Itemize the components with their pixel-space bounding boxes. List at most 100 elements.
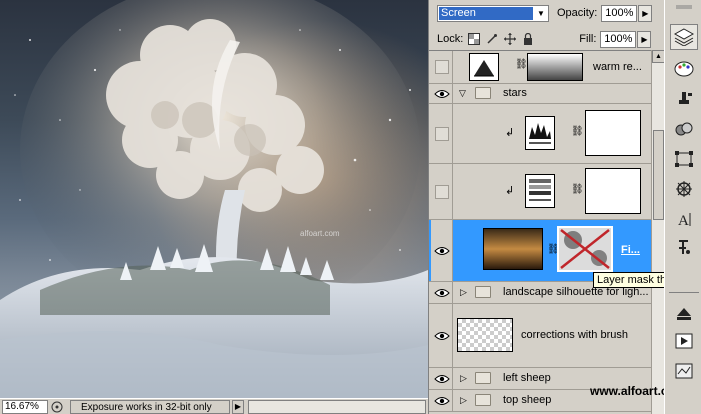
mask-thumbnail[interactable] (527, 53, 583, 81)
brush-palette-icon (674, 61, 694, 77)
visibility-toggle[interactable] (431, 220, 453, 281)
lock-row: Lock: Fill: 100% ▶ (429, 26, 665, 52)
layers-icon (674, 28, 694, 46)
layer-thumbnail[interactable] (483, 228, 543, 270)
character-icon: A (678, 213, 691, 228)
info-panel-button[interactable] (670, 358, 698, 384)
layer-mask-thumbnail[interactable] (557, 226, 613, 272)
link-icon: ⛓ (515, 59, 528, 70)
swatches-panel-button[interactable] (670, 56, 698, 82)
layer-name: Fi... (621, 244, 640, 256)
opacity-field[interactable]: 100% (601, 4, 638, 22)
play-panel-button[interactable] (670, 328, 698, 354)
folder-icon (475, 87, 491, 99)
mask-thumbnail[interactable] (585, 110, 641, 156)
eye-icon (433, 396, 450, 405)
adjustment-thumbnail[interactable] (469, 53, 499, 81)
eye-icon (433, 246, 450, 255)
collapse-triangle-icon[interactable]: ▷ (460, 287, 467, 298)
eye-icon (433, 89, 450, 98)
blend-mode-value: Screen (439, 6, 533, 20)
expand-triangle-icon[interactable]: ▽ (459, 88, 466, 99)
actions-icon (677, 308, 691, 320)
collapse-triangle-icon[interactable]: ▷ (460, 395, 467, 406)
layer-row[interactable]: corrections with brush (429, 304, 651, 368)
panel-dock-toolbar: A (664, 0, 701, 414)
eye-off-icon (434, 184, 449, 199)
eye-icon (433, 374, 450, 383)
info-icon (675, 363, 693, 379)
lock-image-icon[interactable] (485, 32, 499, 46)
folder-icon (475, 286, 491, 298)
status-bar: 16.67% Exposure works in 32-bit only ▶ (0, 398, 428, 414)
lock-position-icon[interactable] (503, 32, 517, 46)
canvas-watermark: alfoart.com (300, 229, 340, 238)
navigator-panel-button[interactable] (670, 176, 698, 202)
visibility-toggle[interactable] (431, 368, 453, 389)
layers-scrollbar[interactable]: ▲ (651, 50, 665, 414)
svg-text:A: A (678, 213, 689, 228)
transform-icon (675, 151, 693, 167)
visibility-toggle[interactable] (431, 390, 453, 411)
paragraph-panel-button[interactable] (670, 234, 698, 260)
dock-grip[interactable] (670, 0, 698, 14)
zoom-field[interactable]: 16.67% (2, 399, 48, 414)
visibility-toggle[interactable] (431, 164, 453, 219)
layer-name: corrections with brush (521, 329, 628, 341)
layer-list[interactable]: ⛓ warm re... ▽ stars ↲ ⛓ ↲ ⛓ ⛓ Fi... ▷ l… (429, 50, 651, 414)
gradient-map-thumbnail[interactable] (525, 174, 555, 208)
opacity-slider-button[interactable]: ▶ (638, 4, 653, 22)
layer-group-row[interactable]: ▽ stars (429, 84, 651, 104)
layer-row[interactable]: ↲ ⛓ (429, 104, 651, 164)
transform-panel-button[interactable] (670, 146, 698, 172)
document-canvas[interactable]: alfoart.com (0, 0, 428, 398)
visibility-toggle[interactable] (431, 304, 453, 367)
transparent-layer-thumbnail[interactable] (457, 318, 513, 352)
status-message: Exposure works in 32-bit only (70, 399, 230, 414)
fill-slider-button[interactable]: ▶ (637, 30, 652, 48)
play-icon (675, 333, 693, 349)
visibility-toggle[interactable] (431, 51, 453, 83)
scrollbar-thumb[interactable] (653, 130, 664, 220)
levels-thumbnail[interactable] (525, 116, 555, 150)
artwork-image: alfoart.com (0, 0, 428, 398)
lock-transparent-icon[interactable] (467, 32, 481, 46)
blend-row: Screen ▼ Opacity: 100% ▶ (429, 0, 665, 26)
layers-panel-button[interactable] (670, 24, 698, 50)
clone-source-icon (679, 92, 692, 104)
paths-icon (675, 122, 693, 136)
visibility-toggle[interactable] (431, 84, 453, 103)
fill-field[interactable]: 100% (600, 30, 637, 48)
clipping-arrow-icon: ↲ (505, 127, 515, 139)
blend-mode-select[interactable]: Screen ▼ (437, 4, 549, 22)
visibility-toggle[interactable] (431, 104, 453, 163)
layer-name: top sheep (503, 394, 552, 406)
lock-label: Lock: (437, 33, 464, 45)
horizontal-scrollbar[interactable] (248, 399, 426, 414)
eye-icon (433, 288, 450, 297)
layers-panel: Screen ▼ Opacity: 100% ▶ Lock: Fill: 100… (428, 0, 665, 414)
status-info-icon[interactable] (50, 400, 64, 414)
collapse-triangle-icon[interactable]: ▷ (460, 373, 467, 384)
layer-row[interactable]: ↲ ⛓ (429, 164, 651, 220)
fill-label: Fill: (579, 33, 597, 45)
layer-name: warm re... (593, 61, 642, 73)
character-panel-button[interactable]: A (670, 206, 698, 232)
actions-panel-button[interactable] (670, 300, 698, 326)
link-icon: ⛓ (571, 126, 584, 137)
chevron-down-icon: ▼ (537, 8, 545, 18)
paths-panel-button[interactable] (670, 116, 698, 142)
status-menu-arrow-icon[interactable]: ▶ (232, 399, 244, 414)
lock-all-icon[interactable] (521, 32, 535, 46)
paragraph-icon (679, 240, 690, 254)
mask-thumbnail[interactable] (585, 168, 641, 214)
folder-icon (475, 394, 491, 406)
eye-off-icon (434, 60, 449, 74)
layer-row[interactable]: ⛓ warm re... (429, 51, 651, 84)
layer-name: left sheep (503, 372, 551, 384)
opacity-label: Opacity: (557, 7, 598, 19)
visibility-toggle[interactable] (431, 282, 453, 303)
clone-source-panel-button[interactable] (670, 86, 698, 112)
folder-icon (475, 372, 491, 384)
navigator-icon (676, 181, 692, 197)
